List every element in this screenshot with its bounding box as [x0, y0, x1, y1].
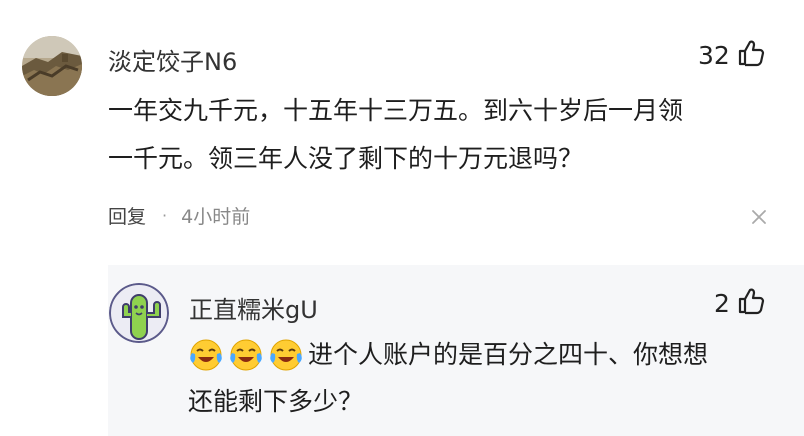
- thumbs-up-icon: [736, 38, 766, 72]
- comment-meta: 回复 · 4小时前: [108, 202, 250, 229]
- comment-text-line-1: 一年交九千元，十五年十三万五。到六十岁后一月领: [108, 96, 684, 125]
- laughing-crying-emoji: [268, 337, 304, 373]
- avatar[interactable]: [22, 36, 82, 96]
- thumbs-up-icon: [736, 286, 766, 320]
- comment-username[interactable]: 淡定饺子N6: [108, 42, 237, 77]
- meta-separator: ·: [162, 206, 168, 225]
- reply-like-count: 2: [714, 288, 730, 318]
- like-count: 32: [698, 40, 730, 70]
- cactus-avatar-image: [109, 283, 169, 343]
- comment-text-line-2: 一千元。领三年人没了剩下的十万元退吗？: [108, 144, 584, 173]
- reply-like-button[interactable]: 2: [714, 286, 766, 320]
- reply-username[interactable]: 正直糯米gU: [189, 290, 318, 325]
- laughing-crying-emoji: [188, 337, 224, 373]
- laughing-crying-emoji: [228, 337, 264, 373]
- reply-text-line-2: 还能剩下多少？: [188, 387, 364, 416]
- close-icon[interactable]: [748, 206, 770, 228]
- avatar-great-wall-image: [22, 36, 82, 96]
- reply-text-line-1-row: 进个人账户的是百分之四十、你想想: [188, 337, 708, 373]
- comment-timestamp: 4小时前: [181, 206, 251, 228]
- reply-button[interactable]: 回复: [108, 202, 146, 229]
- reply-avatar[interactable]: [109, 283, 169, 343]
- like-button[interactable]: 32: [698, 38, 766, 72]
- reply-text-line-1: 进个人账户的是百分之四十、你想想: [308, 340, 709, 369]
